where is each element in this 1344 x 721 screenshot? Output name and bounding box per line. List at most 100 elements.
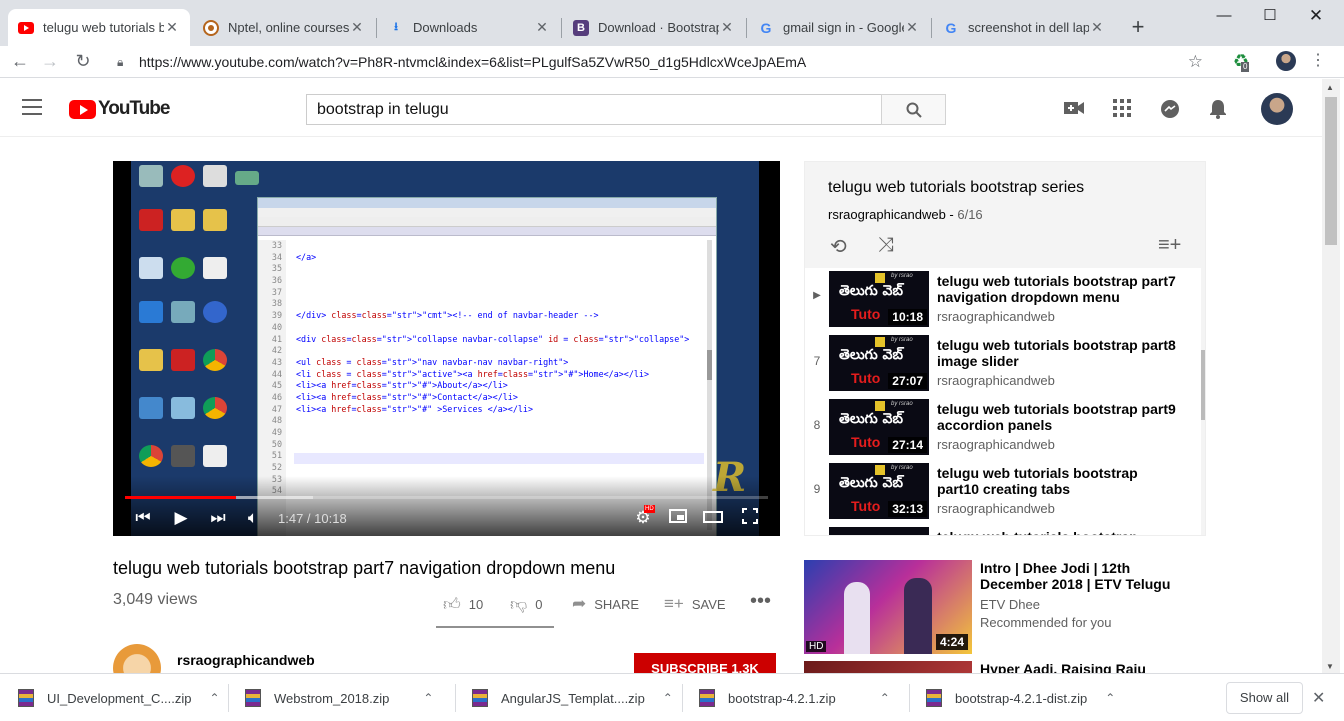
playlist-item[interactable]: ▶ by rsrao తెలుగు వెబ్ Tuto 10:18 telugu web … xyxy=(805,268,1201,332)
download-item[interactable]: bootstrap-4.2.1-dist.zip ⌃ xyxy=(926,674,1115,721)
shuffle-icon[interactable]: ⤨ xyxy=(878,234,894,257)
playlist-channel[interactable]: rsraographicandweb xyxy=(828,207,946,222)
close-icon[interactable]: ✕ xyxy=(904,19,920,36)
progress-bar[interactable] xyxy=(125,496,768,499)
next-icon[interactable]: ⏭︎ xyxy=(207,508,229,528)
extension-icon[interactable]: ♻︎ 0 xyxy=(1229,49,1253,73)
chevron-up-icon[interactable]: ⌃ xyxy=(1105,691,1115,705)
new-tab-button[interactable]: + xyxy=(1128,15,1148,39)
tab-bootstrap[interactable]: B Download · Bootstrap ✕ xyxy=(563,9,745,46)
save-button[interactable]: ≡+ SAVE xyxy=(664,594,726,614)
playlist-item-title[interactable]: telugu web tutorials bootstrap part7 nav… xyxy=(937,273,1182,305)
more-vert-icon[interactable]: ⋮ xyxy=(1306,49,1330,73)
recommended-thumbnail[interactable] xyxy=(804,661,972,673)
channel-name[interactable]: rsraographicandweb xyxy=(177,652,315,668)
previous-icon[interactable]: ⏮︎ xyxy=(132,508,154,528)
playlist-title[interactable]: telugu web tutorials bootstrap series xyxy=(828,179,1084,197)
settings-gear-icon[interactable]: ⚙︎ HD xyxy=(632,505,655,528)
back-button[interactable]: ← xyxy=(8,49,32,73)
recommended-title[interactable]: Hyper Aadi, Raising Raju xyxy=(980,661,1195,673)
close-icon[interactable]: ✕ xyxy=(1312,688,1325,708)
line-number: 51 xyxy=(271,450,282,461)
chrome-icon xyxy=(203,397,227,419)
chevron-up-icon[interactable]: ⌃ xyxy=(210,691,220,705)
chevron-up-icon[interactable]: ⌃ xyxy=(663,691,673,705)
chevron-up-icon[interactable]: ⌃ xyxy=(880,691,890,705)
apps-grid-icon[interactable] xyxy=(1110,99,1134,121)
fullscreen-icon[interactable] xyxy=(739,508,761,528)
notifications-bell-icon[interactable] xyxy=(1206,99,1230,121)
download-item[interactable]: AngularJS_Templat....zip ⌃ xyxy=(472,674,673,721)
tab-gmail-search[interactable]: G gmail sign in - Google ✕ xyxy=(748,9,930,46)
create-video-icon[interactable] xyxy=(1062,99,1086,121)
playlist-thumbnail[interactable]: by rsrao తెలుగు వెబ్ Tuto 27:14 xyxy=(829,399,929,455)
playlist-item-title[interactable]: telugu web tutorials bootstrap part11 xyxy=(937,529,1182,535)
show-all-button[interactable]: Show all xyxy=(1226,682,1303,714)
minimize-button[interactable]: — xyxy=(1201,6,1247,28)
recommended-thumbnail[interactable]: HD 4:24 xyxy=(804,560,972,654)
volume-icon[interactable]: 🔈︎ xyxy=(242,508,264,528)
loop-icon[interactable]: ⟲ xyxy=(830,234,847,259)
recommended-item[interactable]: Hyper Aadi, Raising Raju xyxy=(804,661,1204,673)
chevron-up-icon[interactable]: ⌃ xyxy=(423,691,433,705)
play-icon[interactable]: ▶︎ xyxy=(170,508,192,528)
playlist-thumbnail[interactable]: by rsrao తెలుగు వెబ్ Tuto 10:18 xyxy=(829,271,929,327)
menu-icon[interactable] xyxy=(22,99,42,115)
close-icon[interactable]: ✕ xyxy=(164,19,180,36)
download-item[interactable]: UI_Development_C....zip ⌃ xyxy=(18,674,220,721)
tab-downloads[interactable]: ⭳ Downloads ✕ xyxy=(378,9,560,46)
download-item[interactable]: Webstrom_2018.zip ⌃ xyxy=(245,674,433,721)
playlist-item[interactable]: 7 by rsrao తెలుగు వెబ్ Tuto 27:07 telugu web … xyxy=(805,332,1201,396)
close-icon[interactable]: ✕ xyxy=(349,19,365,36)
messages-icon[interactable] xyxy=(1158,99,1182,121)
playlist-scrollbar[interactable] xyxy=(1201,350,1205,420)
recommended-title[interactable]: Intro | Dhee Jodi | 12th December 2018 |… xyxy=(980,560,1195,592)
more-actions-button[interactable]: ••• xyxy=(750,590,771,613)
recommended-item[interactable]: HD 4:24 Intro | Dhee Jodi | 12th Decembe… xyxy=(804,560,1204,654)
playlist-item[interactable]: telugu web tutorials bootstrap part11 xyxy=(805,524,1201,535)
search-input[interactable] xyxy=(306,94,882,125)
playlist-add-icon[interactable]: ≡+ xyxy=(1158,234,1181,257)
youtube-logo[interactable]: YouTube xyxy=(69,98,170,120)
playlist-item-title[interactable]: telugu web tutorials bootstrap part8 ima… xyxy=(937,337,1182,369)
channel-logo-icon xyxy=(875,465,885,475)
playlist-item-title[interactable]: telugu web tutorials bootstrap part10 cr… xyxy=(937,465,1182,497)
share-button[interactable]: ➦ SHARE xyxy=(572,594,639,614)
code-text: <ul class = class="str">"nav navbar-nav … xyxy=(296,356,569,367)
playlist-add-icon: ≡+ xyxy=(664,594,684,613)
forward-button[interactable]: → xyxy=(38,49,62,73)
playlist-thumbnail[interactable]: by rsrao తెలుగు వెబ్ Tuto 32:13 xyxy=(829,463,929,519)
code-line: 37 xyxy=(258,287,718,299)
scroll-down-arrow-icon[interactable]: ▼ xyxy=(1326,662,1334,671)
playlist-thumbnail[interactable]: by rsrao తెలుగు వెబ్ Tuto 27:07 xyxy=(829,335,929,391)
video-player[interactable]: 33 34 </a> 35 36 37 38 39 </div> class=class="st… xyxy=(113,161,780,536)
like-button[interactable]: 👍︎ 10 xyxy=(443,594,483,615)
line-number: 35 xyxy=(271,263,282,274)
address-bar[interactable]: 🔒︎ https://www.youtube.com/watch?v=Ph8R-… xyxy=(105,49,1215,75)
search-button[interactable] xyxy=(881,94,946,125)
tab-nptel[interactable]: Nptel, online courses a ✕ xyxy=(193,9,375,46)
scrollbar-thumb[interactable] xyxy=(1325,97,1337,245)
profile-avatar[interactable] xyxy=(1276,51,1296,71)
tab-youtube[interactable]: telugu web tutorials bc ✕ xyxy=(8,9,190,46)
recommended-channel[interactable]: ETV Dhee xyxy=(980,597,1040,612)
miniplayer-icon[interactable] xyxy=(667,508,689,528)
scroll-up-arrow-icon[interactable]: ▲ xyxy=(1326,83,1334,92)
close-icon[interactable]: ✕ xyxy=(534,19,550,36)
page-scrollbar[interactable]: ▲ ▼ xyxy=(1322,79,1340,673)
playlist-item-title[interactable]: telugu web tutorials bootstrap part9 acc… xyxy=(937,401,1182,433)
tab-screenshot-search[interactable]: G screenshot in dell lapto ✕ xyxy=(933,9,1115,46)
download-item[interactable]: bootstrap-4.2.1.zip ⌃ xyxy=(699,674,890,721)
theater-mode-icon[interactable] xyxy=(702,508,724,528)
reload-button[interactable]: ↻ xyxy=(71,49,95,73)
close-icon[interactable]: ✕ xyxy=(719,19,735,36)
close-icon[interactable]: ✕ xyxy=(1089,19,1105,36)
account-avatar[interactable] xyxy=(1261,93,1293,125)
maximize-button[interactable]: ☐ xyxy=(1247,6,1293,28)
playlist-thumbnail[interactable] xyxy=(829,527,929,535)
window-close-button[interactable]: ✕ xyxy=(1293,6,1339,28)
dislike-button[interactable]: 👎︎ 0 xyxy=(510,594,543,615)
playlist-item[interactable]: 8 by rsrao తెలుగు వెబ్ Tuto 27:14 telugu web … xyxy=(805,396,1201,460)
bookmark-star-icon[interactable]: ☆ xyxy=(1188,49,1203,75)
playlist-item[interactable]: 9 by rsrao తెలుగు వెబ్ Tuto 32:13 telugu web … xyxy=(805,460,1201,524)
